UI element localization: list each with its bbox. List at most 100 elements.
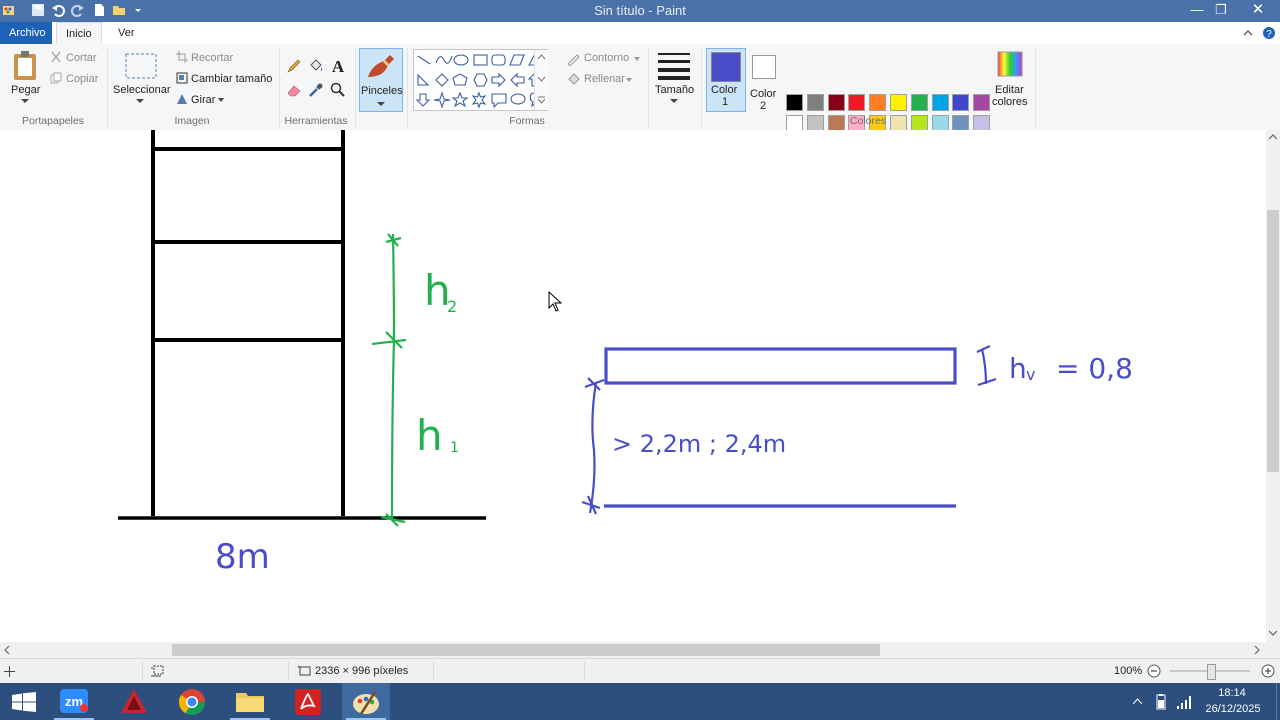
palette-swatch[interactable]	[910, 94, 928, 111]
size-label[interactable]: Tamaño	[655, 84, 694, 96]
ribbon-tabs: Archivo Inicio Ver ?	[0, 22, 1280, 46]
taskbar-paint[interactable]	[342, 683, 390, 720]
tab-archivo[interactable]: Archivo	[0, 22, 52, 44]
label-h1: h	[416, 411, 443, 460]
chevron-down-icon[interactable]	[136, 98, 144, 104]
taskbar-autocad[interactable]	[110, 683, 158, 720]
palette-swatch[interactable]	[786, 94, 803, 111]
paste-button[interactable]: Pegar	[11, 84, 40, 96]
help-icon[interactable]: ?	[1262, 26, 1276, 40]
close-button[interactable]: ✕	[1240, 0, 1276, 22]
copy-icon	[50, 72, 62, 84]
palette-swatch[interactable]	[973, 94, 991, 111]
vertical-scroll-thumb[interactable]	[1267, 210, 1279, 472]
tab-ver[interactable]: Ver	[109, 22, 144, 44]
collapse-ribbon-icon[interactable]	[1243, 28, 1253, 38]
color1-number: 1	[722, 96, 729, 108]
magnifier-icon[interactable]	[330, 82, 346, 98]
color1-swatch	[711, 52, 741, 82]
clock-date[interactable]: 26/12/2025	[1202, 703, 1264, 715]
palette-swatch[interactable]	[952, 94, 970, 111]
pencil-icon[interactable]	[286, 58, 302, 74]
color2-button[interactable]: Color 2	[746, 48, 782, 112]
show-hidden-icons-icon[interactable]	[1133, 698, 1142, 705]
chrome-app-icon	[178, 689, 206, 716]
copy-button[interactable]: Copiar	[66, 73, 98, 85]
chevron-down-icon[interactable]	[670, 98, 678, 104]
drawing-canvas[interactable]: h 2 h 1 8m h v = 0,8 > 2,2m ; 2,4m	[0, 130, 1266, 642]
cut-button[interactable]: Cortar	[66, 52, 97, 64]
zoom-slider-thumb[interactable]	[1207, 664, 1216, 680]
fill-icon	[568, 73, 580, 85]
battery-icon[interactable]	[1153, 694, 1169, 710]
line-size-icon[interactable]	[658, 52, 690, 80]
chevron-down-icon[interactable]	[21, 98, 29, 104]
restore-button[interactable]: ❐	[1206, 0, 1236, 22]
vertical-scrollbar[interactable]	[1266, 130, 1280, 642]
window-title: Sin título - Paint	[594, 3, 686, 18]
brush-icon	[368, 55, 394, 77]
mouse-cursor	[548, 290, 563, 312]
eraser-icon[interactable]	[286, 82, 302, 98]
zoom-in-icon[interactable]	[1261, 664, 1275, 678]
color1-button[interactable]: Color 1	[706, 48, 746, 112]
scroll-up-icon[interactable]	[1269, 134, 1277, 140]
select-icon[interactable]	[125, 53, 157, 79]
zoom-out-icon[interactable]	[1147, 664, 1161, 678]
clock-time[interactable]: 18:14	[1202, 687, 1262, 699]
tab-inicio[interactable]: Inicio	[56, 22, 102, 46]
outline-button[interactable]: Contorno	[584, 52, 629, 64]
edit-colors-button[interactable]: Editar	[995, 84, 1024, 96]
selection-size-icon	[151, 665, 164, 677]
text-icon[interactable]: A	[330, 57, 346, 75]
horizontal-scrollbar[interactable]	[0, 642, 1266, 658]
brushes-label: Pinceles	[361, 85, 403, 97]
folder-icon	[236, 693, 264, 712]
shapes-gallery-scroll[interactable]	[534, 50, 548, 110]
taskbar-zoom[interactable]: zm	[50, 683, 98, 720]
network-icon[interactable]	[1176, 694, 1192, 710]
paint-app-icon	[353, 691, 379, 715]
group-label-clipboard: Portapapeles	[22, 115, 84, 127]
fill-bucket-icon[interactable]	[308, 58, 324, 74]
chevron-down-icon	[377, 102, 385, 106]
start-button[interactable]	[0, 683, 48, 720]
palette-swatch[interactable]	[848, 94, 866, 111]
edit-colors-button-line2[interactable]: colores	[992, 96, 1027, 108]
color-picker-icon[interactable]	[308, 82, 324, 98]
color2-number: 2	[760, 100, 767, 112]
cursor-position-icon	[4, 666, 15, 677]
show-desktop-button[interactable]	[1276, 683, 1280, 720]
scroll-left-icon[interactable]	[4, 646, 10, 654]
horizontal-scroll-thumb[interactable]	[172, 644, 880, 656]
rotate-icon	[177, 94, 187, 104]
resize-button[interactable]: Cambiar tamaño	[191, 73, 272, 85]
scroll-right-icon[interactable]	[1254, 646, 1260, 654]
chevron-down-icon[interactable]	[626, 78, 632, 82]
fill-button[interactable]: Rellenar	[584, 73, 625, 85]
taskbar: zm 18:14 26/12/2025	[0, 683, 1280, 720]
shapes-gallery[interactable]	[413, 49, 548, 111]
paste-icon[interactable]	[12, 50, 40, 82]
taskbar-file-explorer[interactable]	[226, 683, 274, 720]
shapes-icons	[415, 52, 543, 109]
palette-swatch[interactable]	[931, 94, 949, 111]
taskbar-chrome[interactable]	[168, 683, 216, 720]
select-button[interactable]: Seleccionar	[113, 84, 170, 96]
scroll-corner	[1266, 642, 1280, 658]
height-dimension-green	[371, 233, 407, 527]
rotate-button[interactable]: Girar	[191, 94, 215, 106]
taskbar-acrobat[interactable]	[284, 683, 332, 720]
crop-button[interactable]: Recortar	[191, 52, 233, 64]
palette-swatch[interactable]	[890, 94, 907, 111]
palette-swatch[interactable]	[827, 94, 845, 111]
palette-swatch[interactable]	[806, 94, 824, 111]
color2-label: Color	[750, 88, 777, 100]
canvas-annotations: h 2 h 1 8m h v = 0,8 > 2,2m ; 2,4m	[215, 266, 1133, 577]
brushes-button[interactable]: Pinceles	[359, 48, 403, 112]
chevron-down-icon[interactable]	[218, 98, 224, 103]
scroll-down-icon[interactable]	[1269, 630, 1277, 636]
chevron-down-icon[interactable]	[634, 57, 640, 61]
palette-swatch[interactable]	[869, 94, 887, 111]
acrobat-app-icon	[295, 689, 321, 715]
